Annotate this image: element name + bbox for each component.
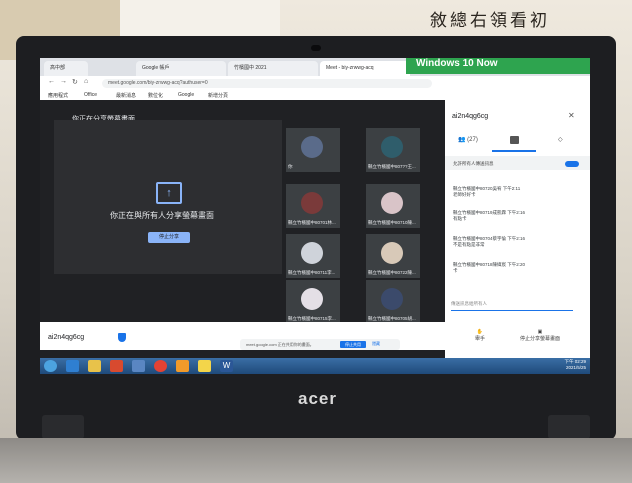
app-icon[interactable] <box>176 360 189 372</box>
bookmark-newtab[interactable]: 新增分頁 <box>208 92 228 99</box>
present-screen-icon: ↑ <box>156 182 182 204</box>
chat-sender: 縣立竹檳國中80719成凱霖 <box>453 210 507 215</box>
participant-name: 縣立竹檳國中80711李... <box>288 270 336 275</box>
tab-meet[interactable]: Meet - biy-zrwwg-acq <box>320 61 410 76</box>
participant-tile[interactable]: 你 <box>286 128 340 172</box>
chat-icon[interactable] <box>510 136 519 144</box>
chat-text: 不是有點是非常 <box>453 242 485 247</box>
bookmark-news[interactable]: 最新消息 <box>116 92 136 99</box>
left-hinge <box>42 415 84 439</box>
avatar <box>301 192 323 214</box>
people-icon: 👥 <box>458 137 466 143</box>
laptop-base <box>0 438 632 483</box>
people-tab[interactable]: 👥 (27) <box>458 136 478 143</box>
participant-name: 縣立竹檳國中80710陳... <box>368 220 416 225</box>
tab-3[interactable]: 竹檳國中 2021 <box>228 61 318 76</box>
participant-tile[interactable]: 縣立竹檳國中80711李... <box>286 234 340 278</box>
avatar <box>381 192 403 214</box>
stop-sharing-button[interactable]: 停止分享 <box>148 232 190 243</box>
participant-name: 縣立竹檳國中80701林... <box>288 220 336 225</box>
chat-time: 下午2:20 <box>507 262 526 267</box>
back-icon[interactable]: ← <box>48 78 55 85</box>
people-count: (27) <box>467 137 478 143</box>
chat-text: 有點卡 <box>453 216 467 221</box>
avatar <box>301 136 323 158</box>
bookmark-office[interactable]: Office <box>84 92 97 98</box>
tab-1[interactable]: 高中部 <box>44 61 88 76</box>
avatar <box>301 242 323 264</box>
raise-hand-label: 舉手 <box>474 336 485 342</box>
app-icon[interactable] <box>198 360 211 372</box>
stop-presenting-label: 停止分享螢幕畫面 <box>519 336 560 342</box>
explorer-icon[interactable] <box>88 360 101 372</box>
chrome-icon[interactable] <box>154 360 167 372</box>
laptop-screen: 高中部 Google 帳戶 竹檳國中 2021 Meet - biy-zrwwg… <box>40 58 590 374</box>
stop-sharing-notice-button[interactable]: 停止共用 <box>340 341 366 348</box>
media-icon[interactable] <box>110 360 123 372</box>
hide-notice-button[interactable]: 隱藏 <box>372 341 380 347</box>
bookmark-google[interactable]: Google <box>178 92 194 98</box>
forward-icon[interactable]: → <box>60 78 67 85</box>
chat-time: 下午2:16 <box>507 236 526 241</box>
participant-name: 縣立竹檳國中807??王... <box>368 164 416 169</box>
start-button[interactable] <box>44 360 57 372</box>
chat-text: 卡 <box>453 268 458 273</box>
chat-text: 老師好好卡 <box>453 192 476 197</box>
toggle-label: 允許所有人傳送訊息 <box>453 161 494 166</box>
participant-tile[interactable]: 縣立竹檳國中80722陳... <box>366 234 420 278</box>
chat-input[interactable]: 傳送訊息給所有人 <box>451 298 573 311</box>
laptop-brand-logo: acer <box>298 389 337 408</box>
close-icon[interactable]: ✕ <box>568 111 575 120</box>
taskbar-clock[interactable]: 下午 02:29 2021/5/25 <box>552 359 586 371</box>
participant-tile[interactable]: 縣立竹檳國中80715李... <box>286 280 340 324</box>
calligraphy-scroll: 敘總右領看初 <box>430 11 550 31</box>
chat-sender: 縣立竹檳國中80720吳宥 <box>453 186 502 191</box>
shield-icon[interactable] <box>118 333 126 342</box>
participant-tile[interactable]: 縣立竹檳國中80705胡... <box>366 280 420 324</box>
panel-title: ai2n4qg6cg <box>452 113 489 120</box>
avatar <box>381 288 403 310</box>
bookmark-digital[interactable]: 數位化 <box>148 92 163 99</box>
stop-presenting-button[interactable]: ▣ 停止分享螢幕畫面 <box>510 329 570 342</box>
activities-icon[interactable]: ◇ <box>558 136 563 143</box>
chat-message: 縣立竹檳國中80720吳宥 下午2:11 老師好好卡 <box>453 186 573 198</box>
home-icon[interactable]: ⌂ <box>84 78 88 85</box>
chat-tab-indicator <box>492 150 536 152</box>
chat-time: 下午2:11 <box>502 186 521 191</box>
chat-message: 縣立竹檳國中80719成凱霖 下午2:16 有點卡 <box>453 210 573 222</box>
chat-message: 縣立竹檳國中80704蔡宇倫 下午2:16 不是有點是非常 <box>453 236 573 248</box>
word-icon[interactable]: W <box>220 360 233 372</box>
app-icon[interactable] <box>132 360 145 372</box>
bookmark-apps[interactable]: 應用程式 <box>48 92 68 99</box>
clock-date: 2021/5/25 <box>565 365 586 370</box>
chat-sender: 縣立竹檳國中80718陳緯宸 <box>453 262 507 267</box>
bookmarks-bar: 應用程式 Office 最新消息 數位化 Google 新增分頁 <box>40 90 590 100</box>
chat-time: 下午2:16 <box>507 210 526 215</box>
participant-name: 你 <box>288 164 293 169</box>
url-field[interactable]: meet.google.com/biy-zrwwg-acq?authuser=0 <box>102 79 432 88</box>
participant-tile[interactable]: 縣立竹檳國中80710陳... <box>366 184 420 228</box>
chat-sender: 縣立竹檳國中80704蔡宇倫 <box>453 236 507 241</box>
windows10-promo[interactable]: Windows 10 Now <box>406 58 590 74</box>
ie-icon[interactable] <box>66 360 79 372</box>
webcam <box>311 45 321 51</box>
chat-message: 縣立竹檳國中80718陳緯宸 下午2:20 卡 <box>453 262 573 274</box>
meeting-code: ai2n4qg6cg <box>48 334 85 341</box>
share-message: 你正在與所有人分享螢幕畫面 <box>110 211 214 220</box>
right-hinge <box>548 415 590 439</box>
participant-tile[interactable]: 縣立竹檳國中807??王... <box>366 128 420 172</box>
avatar <box>381 136 403 158</box>
tab-2[interactable]: Google 帳戶 <box>136 61 226 76</box>
avatar <box>301 288 323 310</box>
raise-hand-button[interactable]: ✋ 舉手 <box>470 329 490 342</box>
reload-icon[interactable]: ↻ <box>72 78 78 86</box>
allow-messages-toggle[interactable] <box>565 161 579 167</box>
avatar <box>381 242 403 264</box>
participant-name: 縣立竹檳國中80722陳... <box>368 270 416 275</box>
participant-tile[interactable]: 縣立竹檳國中80701林... <box>286 184 340 228</box>
